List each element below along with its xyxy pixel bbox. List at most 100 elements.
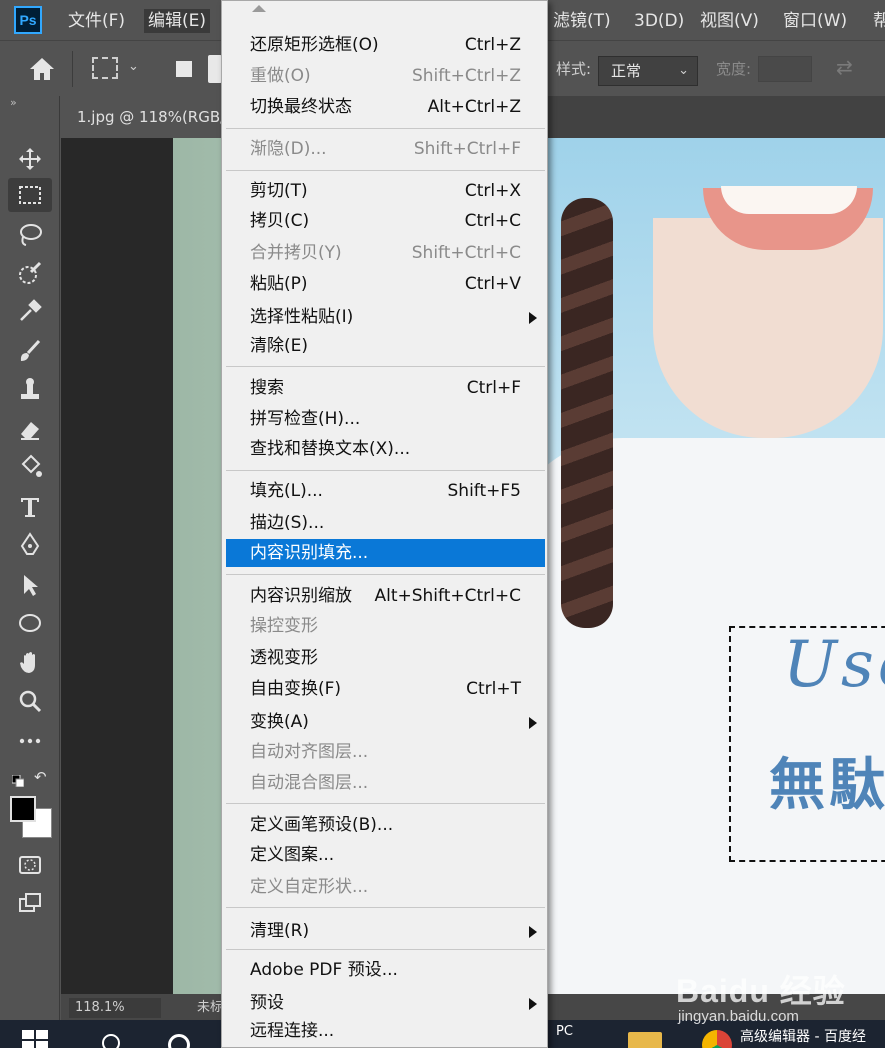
style-label: 样式: bbox=[556, 60, 592, 78]
menu-item-search[interactable]: 搜索 Ctrl+F bbox=[226, 374, 545, 402]
menu-item-auto-blend-layers: 自动混合图层... bbox=[250, 773, 369, 793]
rectangular-marquee-preset-icon[interactable] bbox=[92, 57, 118, 79]
type-tool-icon[interactable] bbox=[8, 490, 52, 524]
photo-braid bbox=[561, 198, 613, 628]
paint-bucket-tool-icon[interactable] bbox=[8, 450, 52, 484]
menu-item-free-transform[interactable]: 自由变换(F) Ctrl+T bbox=[226, 675, 545, 703]
menu-separator bbox=[226, 170, 545, 171]
menu-separator bbox=[226, 803, 545, 804]
windows-start-icon[interactable] bbox=[22, 1030, 48, 1048]
menu-separator bbox=[226, 128, 545, 129]
watermark-url: jingyan.baidu.com bbox=[678, 1008, 799, 1025]
new-selection-icon[interactable] bbox=[176, 61, 192, 77]
style-select-value: 正常 bbox=[611, 62, 642, 80]
submenu-arrow-icon bbox=[529, 926, 537, 938]
submenu-arrow-icon bbox=[529, 312, 537, 324]
move-tool-icon[interactable] bbox=[8, 142, 52, 176]
menu-filter[interactable]: 滤镜(T) bbox=[549, 9, 615, 33]
menu-window[interactable]: 窗口(W) bbox=[779, 9, 851, 33]
menu-item-transform[interactable]: 变换(A) bbox=[226, 708, 545, 736]
add-to-selection-icon[interactable] bbox=[208, 55, 222, 83]
menu-edit[interactable]: 编辑(E) bbox=[144, 9, 211, 33]
menu-item-auto-align-layers: 自动对齐图层... bbox=[250, 742, 369, 762]
zoom-tool-icon[interactable] bbox=[8, 684, 52, 718]
menu-item-adobe-pdf-presets[interactable]: Adobe PDF 预设... bbox=[226, 956, 545, 984]
menu-separator bbox=[226, 366, 545, 367]
zoom-level-field[interactable]: 118.1% bbox=[69, 998, 161, 1018]
menu-separator bbox=[226, 574, 545, 575]
menu-item-redo: 重做(O) Shift+Ctrl+Z bbox=[250, 66, 521, 86]
eraser-tool-icon[interactable] bbox=[8, 412, 52, 446]
screen-mode-icon[interactable] bbox=[8, 886, 52, 920]
document-info[interactable]: 未标 bbox=[197, 998, 223, 1018]
watermark-logo: Baidu 经验 bbox=[676, 973, 846, 1009]
menu-item-find-replace[interactable]: 查找和替换文本(X)... bbox=[226, 435, 545, 463]
menu-separator bbox=[226, 907, 545, 908]
width-field[interactable] bbox=[758, 56, 812, 82]
more-tools-icon[interactable] bbox=[8, 724, 52, 758]
submenu-arrow-icon bbox=[529, 717, 537, 729]
menu-file[interactable]: 文件(F) bbox=[64, 9, 129, 33]
menu-item-fade: 渐隐(D)... Shift+Ctrl+F bbox=[250, 139, 521, 159]
menu-item-puppet-warp: 操控变形 bbox=[250, 616, 318, 636]
path-selection-tool-icon[interactable] bbox=[8, 568, 52, 602]
search-icon[interactable] bbox=[102, 1034, 120, 1048]
menu-item-spell-check[interactable]: 拼写检查(H)... bbox=[226, 405, 545, 433]
edit-menu-dropdown: 还原矩形选框(O) Ctrl+Z 重做(O) Shift+Ctrl+Z 切换最终状态… bbox=[221, 0, 548, 1048]
swap-colors-icon[interactable]: ↶ bbox=[34, 768, 47, 786]
clone-stamp-tool-icon[interactable] bbox=[8, 372, 52, 406]
lasso-tool-icon[interactable] bbox=[8, 218, 52, 252]
baidu-jingyan-watermark: Baidu 经验 jingyan.baidu.com bbox=[676, 960, 846, 1040]
width-label: 宽度: bbox=[716, 60, 752, 78]
chevron-down-icon[interactable]: ⌄ bbox=[128, 59, 139, 74]
marquee-selection[interactable] bbox=[729, 626, 885, 862]
quick-selection-tool-icon[interactable] bbox=[8, 256, 52, 290]
pen-tool-icon[interactable] bbox=[8, 528, 52, 562]
file-explorer-icon[interactable] bbox=[628, 1032, 662, 1048]
menu-item-perspective-warp[interactable]: 透视变形 bbox=[226, 644, 545, 672]
photoshop-logo[interactable]: Ps bbox=[14, 6, 42, 34]
menu-item-remote-connections[interactable]: 远程连接... bbox=[226, 1017, 545, 1045]
hand-tool-icon[interactable] bbox=[8, 646, 52, 680]
rectangular-marquee-tool-icon[interactable] bbox=[8, 178, 52, 212]
menu-item-cut[interactable]: 剪切(T) Ctrl+X bbox=[226, 177, 545, 205]
menu-3d[interactable]: 3D(D) bbox=[630, 9, 688, 33]
taskbar-pc-label[interactable]: PC bbox=[556, 1024, 573, 1039]
quick-mask-icon[interactable] bbox=[8, 848, 52, 882]
menu-item-paste[interactable]: 粘贴(P) Ctrl+V bbox=[226, 270, 545, 298]
menu-item-paste-special[interactable]: 选择性粘贴(I) bbox=[226, 303, 545, 331]
ellipse-tool-icon[interactable] bbox=[8, 606, 52, 640]
menu-item-undo-marquee[interactable]: 还原矩形选框(O) Ctrl+Z bbox=[226, 31, 545, 59]
menu-separator bbox=[226, 949, 545, 950]
collapse-panel-icon[interactable]: » bbox=[10, 96, 17, 109]
options-divider bbox=[72, 51, 73, 87]
menu-scroll-up-icon[interactable] bbox=[252, 5, 266, 12]
chevron-down-icon: ⌄ bbox=[678, 63, 689, 78]
menu-item-toggle-last-state[interactable]: 切换最终状态 Alt+Ctrl+Z bbox=[226, 93, 545, 121]
menu-item-define-brush[interactable]: 定义画笔预设(B)... bbox=[226, 811, 545, 839]
menu-help[interactable]: 帮 bbox=[869, 9, 885, 33]
eyedropper-tool-icon[interactable] bbox=[8, 294, 52, 328]
foreground-color-swatch[interactable] bbox=[10, 796, 36, 822]
swap-width-height-icon[interactable]: ⇄ bbox=[836, 55, 860, 79]
menu-view[interactable]: 视图(V) bbox=[696, 9, 763, 33]
menu-item-fill[interactable]: 填充(L)... Shift+F5 bbox=[226, 477, 545, 505]
menu-item-define-pattern[interactable]: 定义图案... bbox=[226, 841, 545, 869]
menu-item-purge[interactable]: 清理(R) bbox=[226, 917, 545, 945]
menu-item-stroke[interactable]: 描边(S)... bbox=[226, 509, 545, 537]
menu-item-content-aware-scale[interactable]: 内容识别缩放 Alt+Shift+Ctrl+C bbox=[226, 582, 545, 610]
menu-item-clear[interactable]: 清除(E) bbox=[226, 332, 545, 360]
default-colors-icon[interactable] bbox=[11, 772, 25, 788]
cortana-icon[interactable] bbox=[168, 1034, 190, 1048]
document-tab[interactable]: 1.jpg @ 118%(RGB/8# bbox=[61, 96, 241, 138]
photo-face bbox=[653, 218, 883, 438]
menu-item-define-custom-shape: 定义自定形状... bbox=[250, 877, 369, 897]
tools-panel: » ↶ bbox=[0, 96, 60, 1020]
photo-teeth bbox=[721, 186, 857, 214]
brush-tool-icon[interactable] bbox=[8, 334, 52, 368]
home-icon[interactable] bbox=[28, 56, 56, 82]
style-select[interactable]: 正常 ⌄ bbox=[598, 56, 698, 86]
menu-item-copy[interactable]: 拷贝(C) Ctrl+C bbox=[226, 207, 545, 235]
menu-item-content-aware-fill[interactable]: 内容识别填充... bbox=[226, 539, 545, 567]
menu-item-presets[interactable]: 预设 bbox=[226, 989, 545, 1017]
